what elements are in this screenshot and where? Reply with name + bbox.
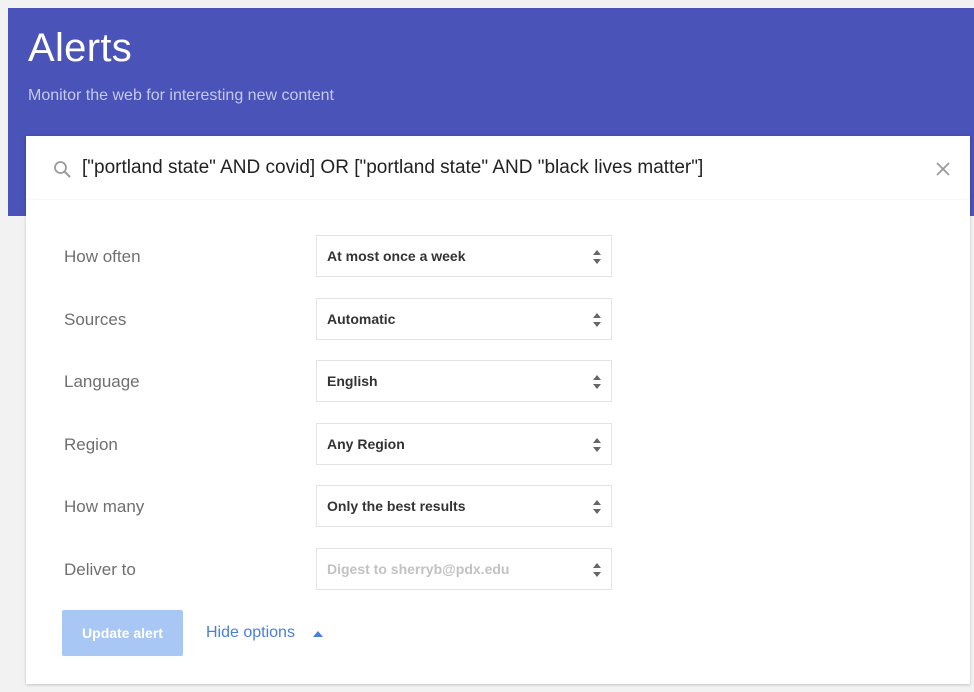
option-label: Sources xyxy=(64,310,127,329)
search-icon xyxy=(54,161,71,178)
page-title: Alerts xyxy=(28,26,133,70)
sort-arrows-icon xyxy=(593,313,601,327)
sort-arrows-icon xyxy=(593,375,601,389)
option-row-how-many: How many Only the best results xyxy=(26,485,970,527)
hide-options-link[interactable]: Hide options xyxy=(206,624,295,642)
select-value: Only the best results xyxy=(327,498,466,514)
alert-options-panel: How often At most once a week Sources Au… xyxy=(26,200,970,684)
update-alert-button[interactable]: Update alert xyxy=(62,610,183,656)
option-row-language: Language English xyxy=(26,360,970,402)
select-value: Automatic xyxy=(327,311,396,327)
language-select[interactable]: English xyxy=(316,360,612,402)
how-many-select[interactable]: Only the best results xyxy=(316,485,612,527)
sort-arrows-icon xyxy=(593,250,601,264)
caret-up-icon[interactable] xyxy=(312,630,324,638)
option-label: Deliver to xyxy=(64,560,136,579)
deliver-to-select[interactable]: Digest to sherryb@pdx.edu xyxy=(316,548,612,590)
option-row-deliver-to: Deliver to Digest to sherryb@pdx.edu xyxy=(26,548,970,590)
select-value: Digest to sherryb@pdx.edu xyxy=(327,561,510,577)
option-row-sources: Sources Automatic xyxy=(26,298,970,340)
option-row-how-often: How often At most once a week xyxy=(26,235,970,277)
option-label: Language xyxy=(64,372,140,391)
sort-arrows-icon xyxy=(593,438,601,452)
sort-arrows-icon xyxy=(593,500,601,514)
close-icon[interactable] xyxy=(934,160,952,178)
search-input[interactable] xyxy=(82,154,922,182)
select-value: At most once a week xyxy=(327,248,466,264)
option-label: How often xyxy=(64,247,141,266)
select-value: Any Region xyxy=(327,436,405,452)
option-label: Region xyxy=(64,435,118,454)
page-subtitle: Monitor the web for interesting new cont… xyxy=(28,87,334,104)
region-select[interactable]: Any Region xyxy=(316,423,612,465)
select-value: English xyxy=(327,373,378,389)
option-row-region: Region Any Region xyxy=(26,423,970,465)
option-label: How many xyxy=(64,497,145,516)
search-bar xyxy=(26,136,970,200)
sort-arrows-icon xyxy=(593,563,601,577)
how-often-select[interactable]: At most once a week xyxy=(316,235,612,277)
sources-select[interactable]: Automatic xyxy=(316,298,612,340)
